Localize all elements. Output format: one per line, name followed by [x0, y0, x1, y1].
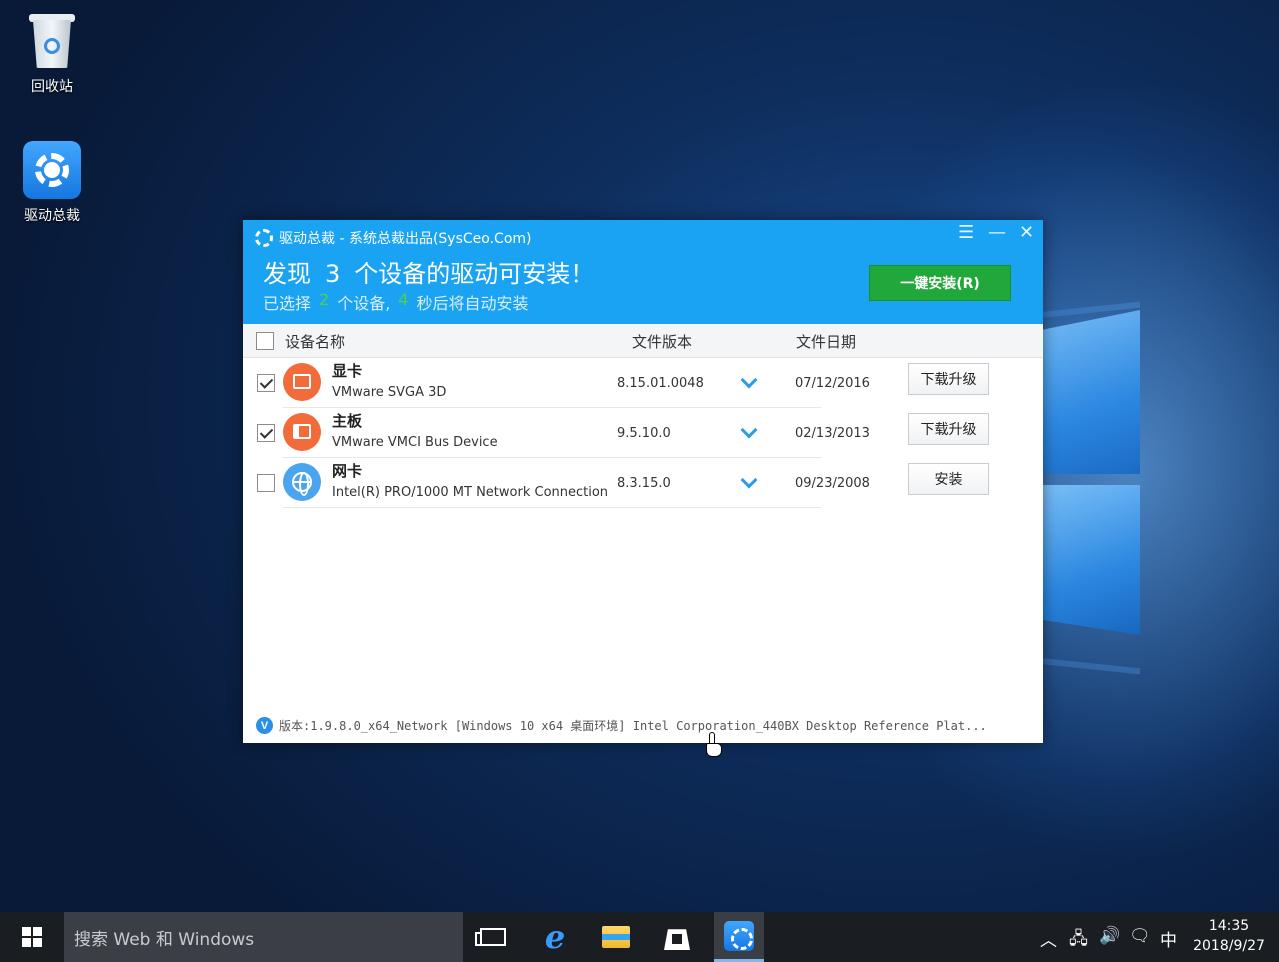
taskbar: 搜索 Web 和 Windows e ︿ 🖧 🔊 🗨 中 14:35 2018/… [0, 912, 1279, 962]
install-all-button[interactable]: 一键安装(R) [869, 265, 1011, 301]
found-count: 3 [325, 260, 341, 288]
version-footer: V 版本:1.9.8.0_x64_Network [Windows 10 x64… [256, 717, 987, 734]
driver-app-window: 驱动总裁 - 系统总裁出品(SysCeo.Com) ☰ — ✕ 发现 3 个设备… [243, 220, 1043, 743]
ime-indicator[interactable]: 中 [1160, 926, 1177, 951]
driver-app-icon [724, 920, 754, 951]
countdown-seconds: 4 [398, 290, 409, 309]
chevron-down-icon[interactable] [740, 471, 758, 489]
desktop-icon-recycle-bin[interactable]: 回收站 [12, 12, 92, 96]
table-header: 设备名称 文件版本 文件日期 [243, 324, 1043, 358]
window-title: 驱动总裁 - 系统总裁出品(SysCeo.Com) [279, 231, 532, 247]
file-explorer-button[interactable] [591, 912, 641, 962]
device-checkbox[interactable] [257, 374, 275, 392]
desktop-icon-label: 驱动总裁 [24, 208, 80, 224]
driver-app-icon [23, 141, 81, 199]
select-all-checkbox[interactable] [256, 332, 274, 350]
edge-button[interactable]: e [530, 912, 580, 962]
task-view-button[interactable] [468, 912, 518, 962]
store-icon [664, 929, 690, 950]
table-row: 主板 VMware VMCI Bus Device 9.5.10.0 02/13… [243, 408, 1043, 458]
found-suffix: 个设备的驱动可安装！ [354, 260, 595, 288]
column-file-date: 文件日期 [796, 333, 857, 351]
selected-prefix: 已选择 [263, 294, 312, 313]
windows-logo-pane [1043, 485, 1140, 635]
store-button[interactable] [652, 912, 702, 962]
device-name: 显卡 [332, 362, 363, 380]
column-file-version: 文件版本 [632, 333, 693, 351]
app-logo-icon [255, 229, 273, 247]
found-prefix: 发现 [263, 260, 311, 288]
device-name: 主板 [332, 412, 363, 430]
show-hidden-icons-chevron-icon[interactable]: ︿ [1040, 926, 1057, 951]
windows-logo-pane [1043, 310, 1140, 474]
driver-app-taskbar-button[interactable] [714, 912, 764, 962]
chevron-down-icon[interactable] [740, 371, 758, 389]
device-version: 8.3.15.0 [617, 476, 671, 491]
device-checkbox[interactable] [257, 424, 275, 442]
device-model: VMware SVGA 3D [332, 385, 447, 400]
clock[interactable]: 14:35 2018/9/27 [1187, 916, 1271, 956]
menu-icon[interactable]: ☰ [958, 222, 974, 243]
chevron-down-icon[interactable] [740, 421, 758, 439]
device-name: 网卡 [332, 462, 363, 480]
minimize-button[interactable]: — [988, 222, 1006, 243]
clock-date: 2018/9/27 [1193, 938, 1265, 954]
device-model: Intel(R) PRO/1000 MT Network Connection [332, 485, 609, 500]
notifications-icon[interactable]: 🗨 [1129, 926, 1151, 946]
device-model: VMware VMCI Bus Device [332, 435, 498, 450]
windows-start-icon [22, 927, 42, 947]
motherboard-icon [283, 413, 321, 451]
install-button[interactable]: 安装 [908, 463, 989, 495]
download-upgrade-button[interactable]: 下载升级 [908, 413, 989, 445]
desktop-icon-driver-app[interactable]: 驱动总裁 [12, 141, 92, 225]
found-summary: 发现 3 个设备的驱动可安装！ [263, 254, 594, 289]
network-icon[interactable]: 🖧 [1069, 926, 1088, 955]
start-button[interactable] [0, 912, 64, 962]
globe-icon [283, 463, 321, 501]
search-box[interactable]: 搜索 Web 和 Windows [64, 912, 463, 962]
close-button[interactable]: ✕ [1019, 222, 1034, 243]
countdown-suffix: 秒后将自动安装 [416, 294, 529, 313]
row-divider [283, 507, 821, 508]
volume-icon[interactable]: 🔊 [1099, 926, 1120, 946]
column-device-name: 设备名称 [285, 333, 346, 351]
desktop-icon-label: 回收站 [31, 79, 73, 95]
display-icon [283, 363, 321, 401]
task-view-icon [475, 928, 506, 946]
hand-cursor-icon [706, 732, 722, 758]
clock-time: 14:35 [1208, 918, 1250, 934]
selected-count: 2 [319, 290, 330, 309]
recycle-bin-icon [23, 12, 81, 70]
device-date: 07/12/2016 [795, 376, 870, 391]
title-bar: 驱动总裁 - 系统总裁出品(SysCeo.Com) [255, 228, 531, 248]
selected-summary: 已选择 2 个设备, 4 秒后将自动安装 [263, 290, 529, 314]
device-version: 8.15.01.0048 [617, 376, 704, 391]
download-upgrade-button[interactable]: 下载升级 [908, 363, 989, 395]
folder-icon [602, 926, 630, 948]
selected-middle: 个设备, [337, 294, 391, 313]
app-header: 驱动总裁 - 系统总裁出品(SysCeo.Com) ☰ — ✕ 发现 3 个设备… [243, 220, 1043, 324]
edge-icon: e [544, 918, 566, 956]
device-version: 9.5.10.0 [617, 426, 671, 441]
table-row: 网卡 Intel(R) PRO/1000 MT Network Connecti… [243, 458, 1043, 508]
device-checkbox[interactable] [257, 474, 275, 492]
version-text: 版本:1.9.8.0_x64_Network [Windows 10 x64 桌… [279, 719, 987, 733]
table-row: 显卡 VMware SVGA 3D 8.15.01.0048 07/12/201… [243, 358, 1043, 408]
device-date: 09/23/2008 [795, 476, 870, 491]
version-badge-icon: V [256, 717, 273, 734]
device-date: 02/13/2013 [795, 426, 870, 441]
